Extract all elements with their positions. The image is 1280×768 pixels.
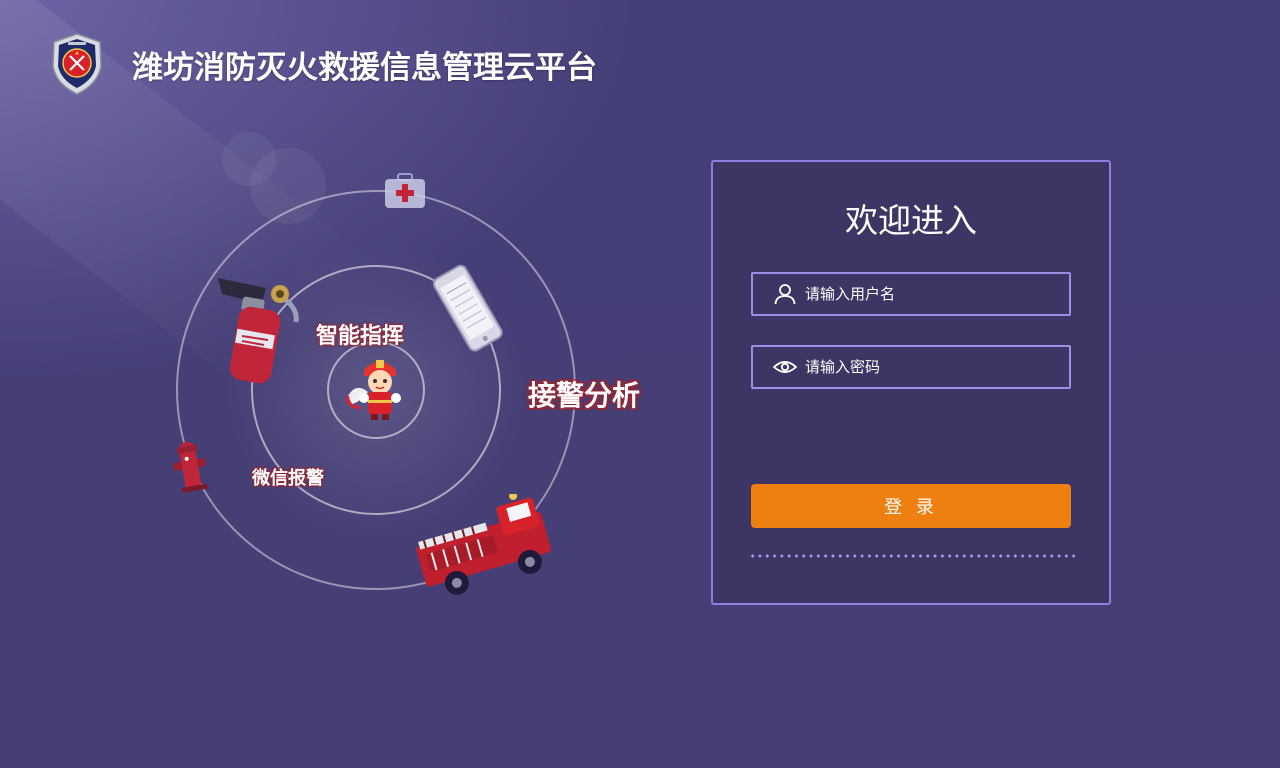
first-aid-kit-icon xyxy=(385,173,425,208)
tag-wechat-alarm: 微信报警 xyxy=(252,468,324,489)
illustration: 智能指挥 接警分析 微信报警 xyxy=(140,160,680,620)
password-input[interactable] xyxy=(805,347,1069,387)
fire-rescue-emblem-icon xyxy=(52,33,102,95)
firefighter-mascot-icon xyxy=(346,360,401,420)
welcome-heading: 欢迎进入 xyxy=(845,201,977,240)
fire-hydrant-icon xyxy=(173,441,208,493)
tag-alarm-analysis: 接警分析 xyxy=(528,379,641,412)
dotted-divider xyxy=(749,554,1075,558)
password-field[interactable] xyxy=(751,345,1071,389)
fire-truck-icon xyxy=(416,494,551,595)
login-panel: 欢迎进入 登 录 xyxy=(711,160,1111,605)
user-icon xyxy=(774,284,796,305)
username-field[interactable] xyxy=(751,272,1071,316)
mobile-phone-icon xyxy=(432,264,503,352)
login-button[interactable]: 登 录 xyxy=(751,484,1071,528)
eye-icon[interactable] xyxy=(773,355,797,379)
tag-smart-command: 智能指挥 xyxy=(316,324,405,349)
header: 潍坊消防灭火救援信息管理云平台 xyxy=(48,30,597,98)
fire-extinguisher-icon xyxy=(218,278,299,384)
username-input[interactable] xyxy=(805,274,1069,314)
page-title: 潍坊消防灭火救援信息管理云平台 xyxy=(132,49,597,86)
